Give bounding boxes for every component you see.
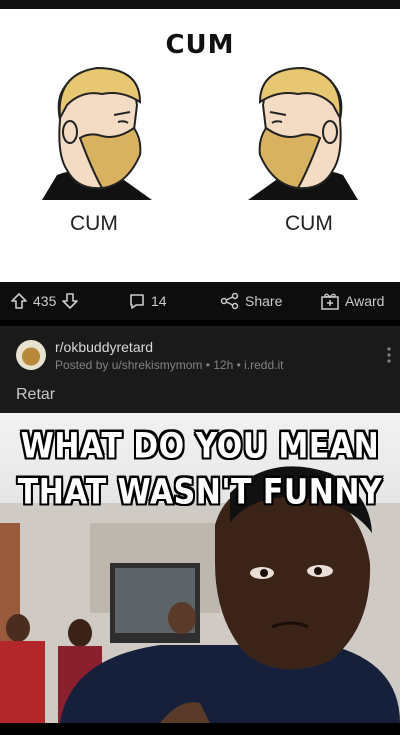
vote-count: 435 xyxy=(33,293,57,309)
comments-button[interactable]: 14 xyxy=(128,292,167,310)
meme-label-left: CUM xyxy=(70,212,118,235)
more-options-icon[interactable] xyxy=(386,346,392,364)
comment-count: 14 xyxy=(151,293,167,309)
chad-face-right-illustration xyxy=(248,66,358,200)
post-action-bar: 435 14 Share Award xyxy=(0,282,400,320)
bottom-edge xyxy=(0,723,400,735)
chad-face-left-illustration xyxy=(42,66,152,200)
share-button[interactable]: Share xyxy=(220,292,282,310)
meme-image-chad[interactable]: CUM CUM CUM xyxy=(0,0,400,282)
award-button[interactable]: Award xyxy=(320,292,384,310)
downvote-arrow-icon[interactable] xyxy=(61,292,79,310)
gift-award-icon xyxy=(321,293,339,310)
post-title[interactable]: Retar xyxy=(16,386,55,404)
award-label: Award xyxy=(345,293,385,309)
subreddit-avatar[interactable] xyxy=(16,340,46,370)
upvote-arrow-icon[interactable] xyxy=(10,292,28,310)
image-top-edge xyxy=(0,0,400,9)
post-card[interactable]: r/okbuddyretard Posted by u/shrekismymom… xyxy=(0,326,400,413)
caption-line-1: WHAT DO YOU MEAN xyxy=(20,426,380,467)
share-icon xyxy=(220,292,239,310)
share-label: Share xyxy=(245,293,283,309)
caption-line-2: THAT WASN'T FUNNY xyxy=(17,472,383,513)
subreddit-name[interactable]: r/okbuddyretard xyxy=(55,339,153,355)
post-meta: Posted by u/shrekismymom • 12h • i.redd.… xyxy=(55,358,284,372)
vote-controls: 435 xyxy=(10,292,79,310)
comment-bubble-icon xyxy=(130,294,144,309)
meme-label-right: CUM xyxy=(285,212,333,235)
meme-title-text: CUM xyxy=(165,30,235,60)
meme-image-reaction[interactable]: WHAT DO YOU MEAN THAT WASN'T FUNNY xyxy=(0,413,400,723)
